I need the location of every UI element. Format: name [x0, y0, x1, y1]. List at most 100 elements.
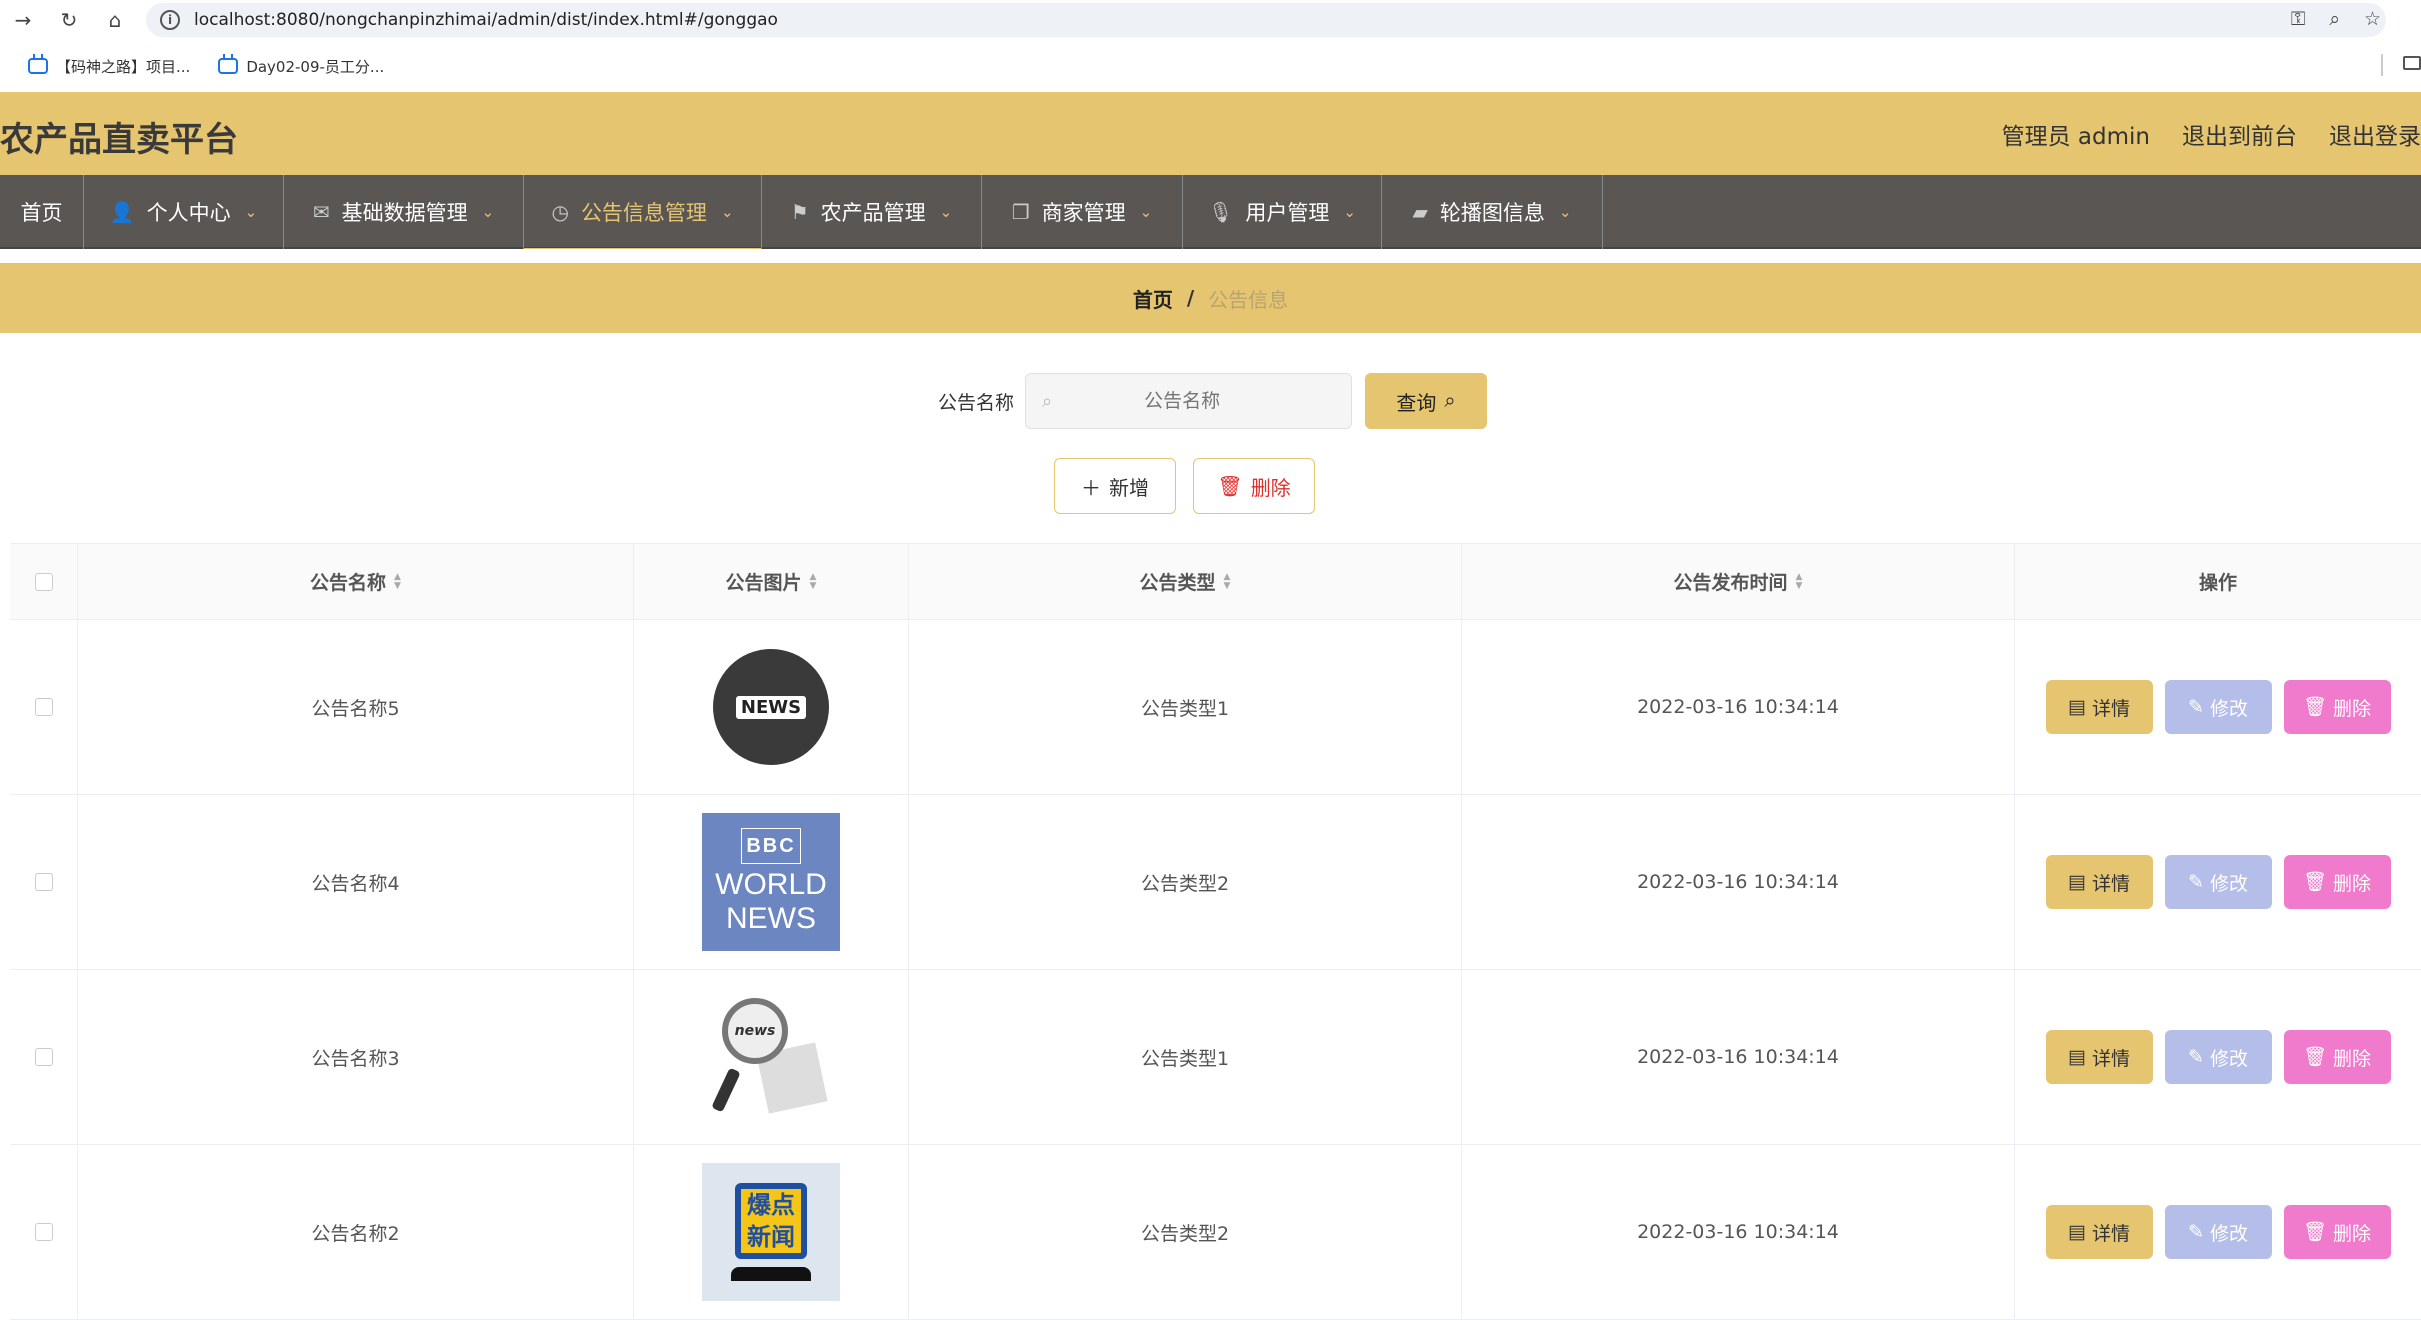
detail-button[interactable]: ▤ 详情 — [2045, 1030, 2153, 1084]
magnifier-news-image[interactable]: news — [702, 988, 840, 1126]
edit-button[interactable]: ✎ 修改 — [2164, 1030, 2272, 1084]
notice-table: 公告名称 ▲ ▼ 公告图片 ▲ ▼ 公告类型 ▲ ▼ 公告发布时间 ▲ ▼ 操作 公告名… — [10, 543, 2421, 1320]
folder-icon[interactable] — [2403, 56, 2421, 70]
breadcrumb-home[interactable]: 首页 — [1133, 284, 1173, 313]
pencil-icon: ✎ — [2188, 1046, 2204, 1068]
cell-name: 公告名称4 — [78, 795, 634, 969]
nav-item-carousel[interactable]: ▰ 轮播图信息 ⌄ — [1382, 175, 1603, 249]
star-icon[interactable]: ☆ — [2364, 8, 2381, 30]
table-row: 公告名称5 NEWS 公告类型1 2022-03-16 10:34:14 ▤ 详情… — [10, 620, 2421, 795]
edit-button[interactable]: ✎ 修改 — [2164, 855, 2272, 909]
delete-button[interactable]: 🗑 删除 — [2283, 680, 2391, 734]
spacer — [0, 249, 2421, 263]
top-nav: 首页 👤 个人中心 ⌄ ✉ 基础数据管理 ⌄ ◷ 公告信息管理 ⌄ ⚑ 农产品管… — [0, 175, 2421, 251]
cell-image: news — [634, 970, 909, 1144]
zoom-icon[interactable]: ⌕ — [2329, 8, 2340, 30]
clock-icon: ◷ — [551, 200, 569, 224]
sort-icon[interactable]: ▲ ▼ — [810, 572, 817, 591]
row-checkbox[interactable] — [34, 1223, 53, 1241]
nav-label: 首页 — [20, 201, 63, 225]
bookmark-item[interactable]: 【码神之路】项目... — [28, 54, 190, 77]
button-label: 修改 — [2209, 698, 2248, 720]
button-label: 删除 — [2333, 1223, 2372, 1245]
edit-button[interactable]: ✎ 修改 — [2164, 1205, 2272, 1259]
copy-icon: ❐ — [1011, 200, 1030, 224]
bookmark-item[interactable]: Day02-09-员工分... — [218, 54, 384, 77]
bookmark-separator — [2381, 54, 2383, 76]
reload-icon[interactable]: ↻ — [46, 0, 92, 40]
column-label: 操作 — [2198, 572, 2237, 594]
image-text: WORLD — [715, 868, 827, 901]
forward-icon[interactable]: → — [0, 0, 46, 40]
pencil-icon: ✎ — [2188, 871, 2204, 893]
nav-item-personal[interactable]: 👤 个人中心 ⌄ — [84, 175, 284, 249]
bbc-news-image[interactable]: BBC WORLD NEWS — [702, 813, 840, 951]
add-button[interactable]: ＋ 新增 — [1054, 458, 1176, 514]
detail-button[interactable]: ▤ 详情 — [2045, 680, 2153, 734]
delete-button[interactable]: 🗑 删除 — [2283, 1205, 2391, 1259]
nav-item-products[interactable]: ⚑ 农产品管理 ⌄ — [762, 175, 982, 249]
image-text: news — [734, 1023, 776, 1039]
sort-icon[interactable]: ▲ ▼ — [394, 572, 401, 591]
globe-news-image: NEWS — [713, 649, 829, 765]
nav-item-merchants[interactable]: ❐ 商家管理 ⌄ — [982, 175, 1183, 249]
column-header-time[interactable]: 公告发布时间 ▲ ▼ — [1462, 544, 2015, 619]
table-row: 公告名称4 BBC WORLD NEWS 公告类型2 2022-03-16 10… — [10, 795, 2421, 970]
chat-icon: ▰ — [1412, 200, 1428, 224]
detail-button[interactable]: ▤ 详情 — [2045, 1205, 2153, 1259]
batch-delete-button[interactable]: 🗑 删除 — [1193, 458, 1315, 514]
key-icon[interactable]: ⚿ — [2291, 8, 2305, 30]
detail-button[interactable]: ▤ 详情 — [2045, 855, 2153, 909]
column-header-type[interactable]: 公告类型 ▲ ▼ — [909, 544, 1462, 619]
row-checkbox[interactable] — [34, 698, 53, 716]
trash-icon: 🗑 — [2302, 872, 2328, 893]
column-header-image[interactable]: 公告图片 ▲ ▼ — [634, 544, 909, 619]
breadcrumb-current: 公告信息 — [1208, 287, 1289, 312]
nav-item-users[interactable]: 🎙 用户管理 ⌄ — [1183, 175, 1382, 249]
app-header: 农产品直卖平台 管理员 admin 退出到前台 退出登录 — [0, 92, 2421, 175]
search-input[interactable] — [1052, 390, 1313, 412]
row-checkbox[interactable] — [34, 873, 53, 891]
news-badge: 爆点 新闻 — [735, 1183, 807, 1259]
select-all-checkbox[interactable] — [34, 572, 53, 591]
nav-item-notice[interactable]: ◷ 公告信息管理 ⌄ — [524, 175, 762, 251]
delete-button[interactable]: 🗑 删除 — [2283, 1030, 2391, 1084]
sort-icon[interactable]: ▲ ▼ — [1224, 572, 1231, 591]
button-label: 详情 — [2091, 698, 2130, 720]
select-all-cell — [10, 544, 78, 619]
cell-type: 公告类型2 — [909, 795, 1462, 969]
home-browser-icon[interactable]: ⌂ — [92, 0, 138, 40]
sort-icon[interactable]: ▲ ▼ — [1796, 572, 1803, 591]
nav-label: 基础数据管理 — [341, 201, 468, 225]
cell-image: 爆点 新闻 — [634, 1145, 909, 1319]
button-label: 修改 — [2209, 873, 2248, 895]
chevron-down-icon: ⌄ — [1343, 203, 1356, 221]
cell-time: 2022-03-16 10:34:14 — [1462, 795, 2015, 969]
breadcrumb-separator: / — [1186, 286, 1195, 310]
logout-link[interactable]: 退出登录 — [2329, 117, 2421, 151]
nav-item-home[interactable]: 首页 — [0, 175, 84, 249]
cell-time: 2022-03-16 10:34:14 — [1462, 1145, 2015, 1319]
url-text[interactable]: localhost:8080/nongchanpinzhimai/admin/d… — [194, 10, 778, 30]
cell-time: 2022-03-16 10:34:14 — [1462, 620, 2015, 794]
image-text: BBC — [741, 828, 801, 864]
nav-item-base-data[interactable]: ✉ 基础数据管理 ⌄ — [284, 175, 524, 249]
column-header-name[interactable]: 公告名称 ▲ ▼ — [78, 544, 634, 619]
flag-icon: ⚑ — [790, 200, 809, 224]
trash-icon: 🗑 — [1217, 475, 1243, 498]
exit-to-front-link[interactable]: 退出到前台 — [2182, 117, 2297, 151]
add-label: 新增 — [1109, 477, 1149, 500]
site-info-icon[interactable]: i — [160, 10, 180, 30]
search-field[interactable]: ⌕ — [1025, 373, 1352, 429]
mail-icon: ✉ — [312, 200, 330, 224]
cell-actions: ▤ 详情 ✎ 修改 🗑 删除 — [2015, 795, 2421, 969]
notice-image[interactable]: NEWS — [702, 638, 840, 776]
address-bar[interactable]: i localhost:8080/nongchanpinzhimai/admin… — [146, 3, 2386, 37]
edit-button[interactable]: ✎ 修改 — [2164, 680, 2272, 734]
delete-button[interactable]: 🗑 删除 — [2283, 855, 2391, 909]
baodian-news-image[interactable]: 爆点 新闻 — [702, 1163, 840, 1301]
row-checkbox[interactable] — [34, 1048, 53, 1066]
breadcrumb: 首页 / 公告信息 — [0, 263, 2421, 333]
document-icon: ▤ — [2068, 1221, 2086, 1243]
query-button[interactable]: 查询 ⌕ — [1365, 373, 1487, 429]
